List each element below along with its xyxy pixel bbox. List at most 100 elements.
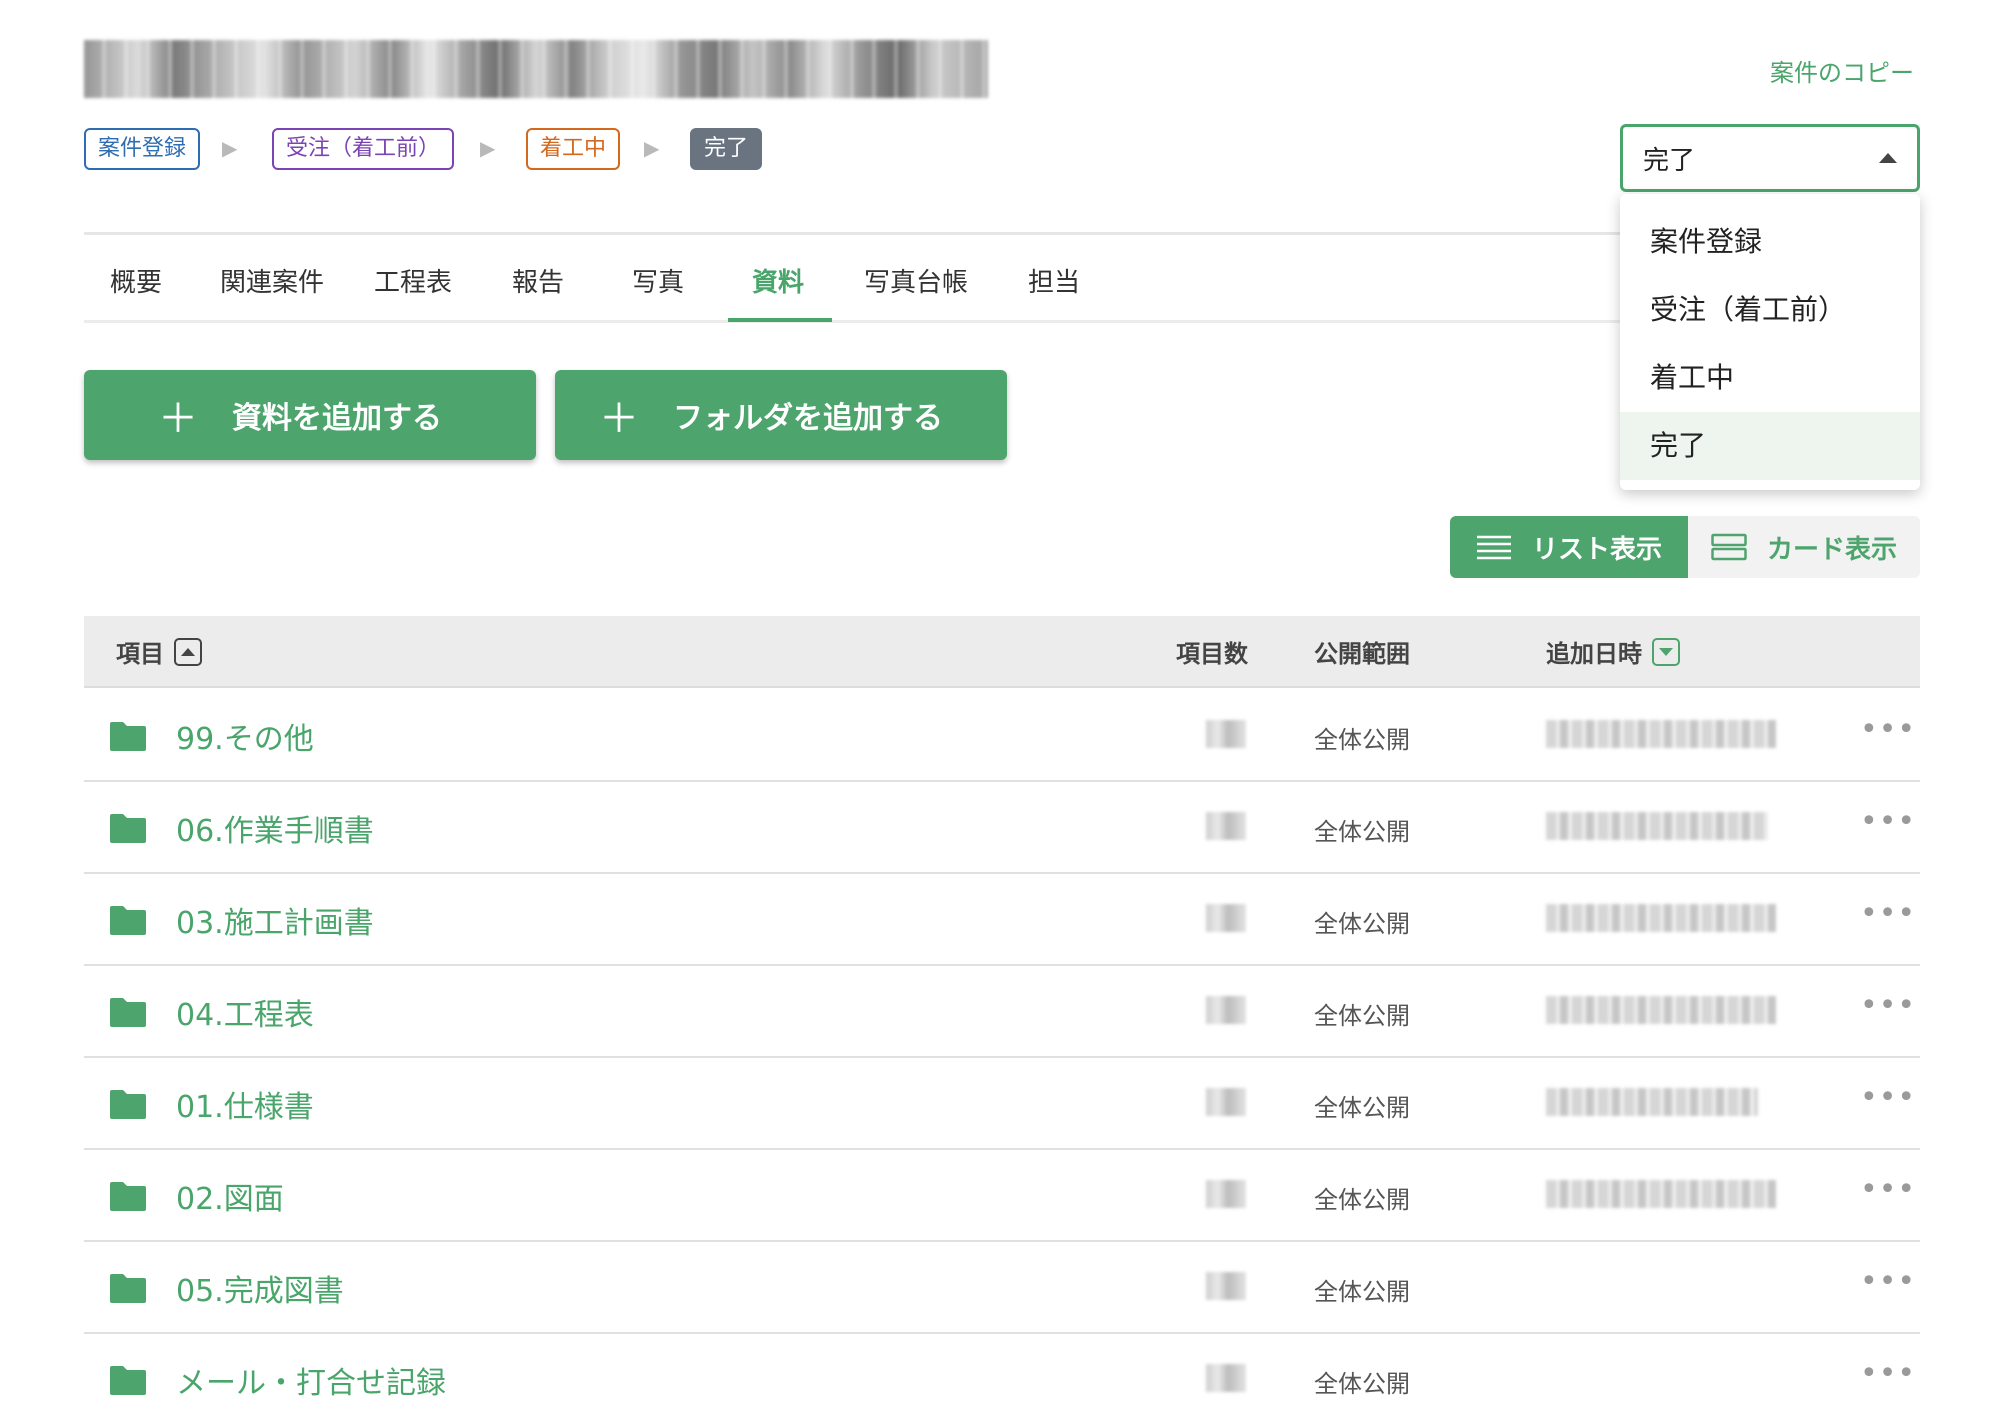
active-tab-indicator [728,318,832,322]
status-option-done[interactable]: 完了 [1620,412,1920,480]
added-date-redacted [1546,996,1776,1024]
folder-name[interactable]: 02.図面 [176,1174,284,1218]
item-count-redacted [1206,812,1246,840]
flow-arrow-icon: ▶ [644,136,660,160]
column-item-label: 項目 [116,640,164,668]
plus-icon: ＋ [158,396,198,442]
table-row[interactable]: 05.完成図書 全体公開 ••• [84,1242,1920,1334]
card-view-button[interactable]: カード表示 [1688,516,1920,578]
add-document-label: 資料を追加する [232,401,442,436]
tabs-divider-top [84,232,1620,235]
folder-icon [108,1088,148,1124]
list-icon [1476,534,1512,560]
table-row[interactable]: 99.その他 全体公開 ••• [84,690,1920,782]
status-dropdown-menu: 案件登録 受注（着工前） 着工中 完了 [1620,194,1920,490]
table-row[interactable]: 03.施工計画書 全体公開 ••• [84,874,1920,966]
flow-arrow-icon: ▶ [480,136,496,160]
added-date-redacted [1546,1180,1776,1208]
tab-photo-ledger[interactable]: 写真台帳 [864,262,968,299]
item-count-redacted [1206,720,1246,748]
tab-assignees[interactable]: 担当 [1028,262,1080,299]
column-added-date: 追加日時 [1546,634,1680,669]
folder-name[interactable]: 03.施工計画書 [176,898,374,942]
more-icon[interactable]: ••• [1860,896,1916,931]
tab-photos[interactable]: 写真 [632,262,684,299]
list-view-button[interactable]: リスト表示 [1450,516,1688,578]
added-date-redacted [1546,720,1776,748]
caret-up-icon [1879,153,1897,163]
status-step-done: 完了 [690,128,763,170]
column-scope: 公開範囲 [1314,640,1410,668]
visibility-scope: 全体公開 [1314,1094,1410,1122]
item-count-redacted [1206,1088,1246,1116]
visibility-scope: 全体公開 [1314,1278,1410,1306]
more-icon[interactable]: ••• [1860,804,1916,839]
status-option-registered[interactable]: 案件登録 [1620,208,1920,276]
add-folder-label: フォルダを追加する [673,401,943,436]
folder-icon [108,904,148,940]
folder-icon [108,1364,148,1400]
more-icon[interactable]: ••• [1860,712,1916,747]
list-view-label: リスト表示 [1531,534,1662,565]
flow-arrow-icon: ▶ [222,136,238,160]
status-option-in-progress[interactable]: 着工中 [1620,344,1920,412]
folder-icon [108,812,148,848]
visibility-scope: 全体公開 [1314,818,1410,846]
more-icon[interactable]: ••• [1860,1172,1916,1207]
add-folder-button[interactable]: ＋ フォルダを追加する [555,370,1007,460]
add-document-button[interactable]: ＋ 資料を追加する [84,370,536,460]
item-count-redacted [1206,996,1246,1024]
added-date-redacted [1546,1088,1758,1116]
tab-related-projects[interactable]: 関連案件 [220,262,324,299]
view-toggle: リスト表示 カード表示 [1450,516,1920,578]
sort-descending-icon[interactable] [1652,637,1680,666]
card-icon [1711,533,1747,561]
folder-name[interactable]: メール・打合せ記録 [176,1358,446,1402]
status-select-value: 完了 [1643,145,1696,176]
status-option-ordered[interactable]: 受注（着工前） [1620,276,1920,344]
item-count-redacted [1206,1364,1246,1392]
folder-icon [108,996,148,1032]
table-row[interactable]: 02.図面 全体公開 ••• [84,1150,1920,1242]
column-count: 項目数 [1176,640,1248,668]
tab-reports[interactable]: 報告 [512,262,564,299]
added-date-redacted [1546,812,1768,840]
visibility-scope: 全体公開 [1314,1370,1410,1398]
more-icon[interactable]: ••• [1860,1356,1916,1391]
visibility-scope: 全体公開 [1314,726,1410,754]
tab-schedule[interactable]: 工程表 [374,262,452,299]
plus-icon: ＋ [599,396,639,442]
table-row[interactable]: 04.工程表 全体公開 ••• [84,966,1920,1058]
tab-overview[interactable]: 概要 [110,262,162,299]
column-item: 項目 [116,634,202,669]
sort-ascending-icon[interactable] [174,637,202,666]
added-date-redacted [1546,904,1776,932]
folder-icon [108,1272,148,1308]
project-title-redacted [84,40,988,98]
more-icon[interactable]: ••• [1860,1264,1916,1299]
table-row[interactable]: 06.作業手順書 全体公開 ••• [84,782,1920,874]
folder-name[interactable]: 06.作業手順書 [176,806,374,850]
folder-icon [108,720,148,756]
card-view-label: カード表示 [1766,534,1897,565]
status-select[interactable]: 完了 [1620,124,1920,192]
column-added-label: 追加日時 [1546,640,1642,668]
table-row[interactable]: 01.仕様書 全体公開 ••• [84,1058,1920,1150]
item-count-redacted [1206,1272,1246,1300]
folder-name[interactable]: 04.工程表 [176,990,314,1034]
status-step-in-progress: 着工中 [526,128,621,170]
tab-documents[interactable]: 資料 [752,262,804,299]
folder-icon [108,1180,148,1216]
folder-name[interactable]: 01.仕様書 [176,1082,314,1126]
folder-name[interactable]: 99.その他 [176,714,314,758]
visibility-scope: 全体公開 [1314,1186,1410,1214]
table-row[interactable]: メール・打合せ記録 全体公開 ••• [84,1334,1920,1420]
item-count-redacted [1206,1180,1246,1208]
item-count-redacted [1206,904,1246,932]
status-step-registered: 案件登録 [84,128,201,170]
folder-name[interactable]: 05.完成図書 [176,1266,344,1310]
more-icon[interactable]: ••• [1860,988,1916,1023]
visibility-scope: 全体公開 [1314,910,1410,938]
copy-project-link[interactable]: 案件のコピー [1770,53,1914,88]
more-icon[interactable]: ••• [1860,1080,1916,1115]
